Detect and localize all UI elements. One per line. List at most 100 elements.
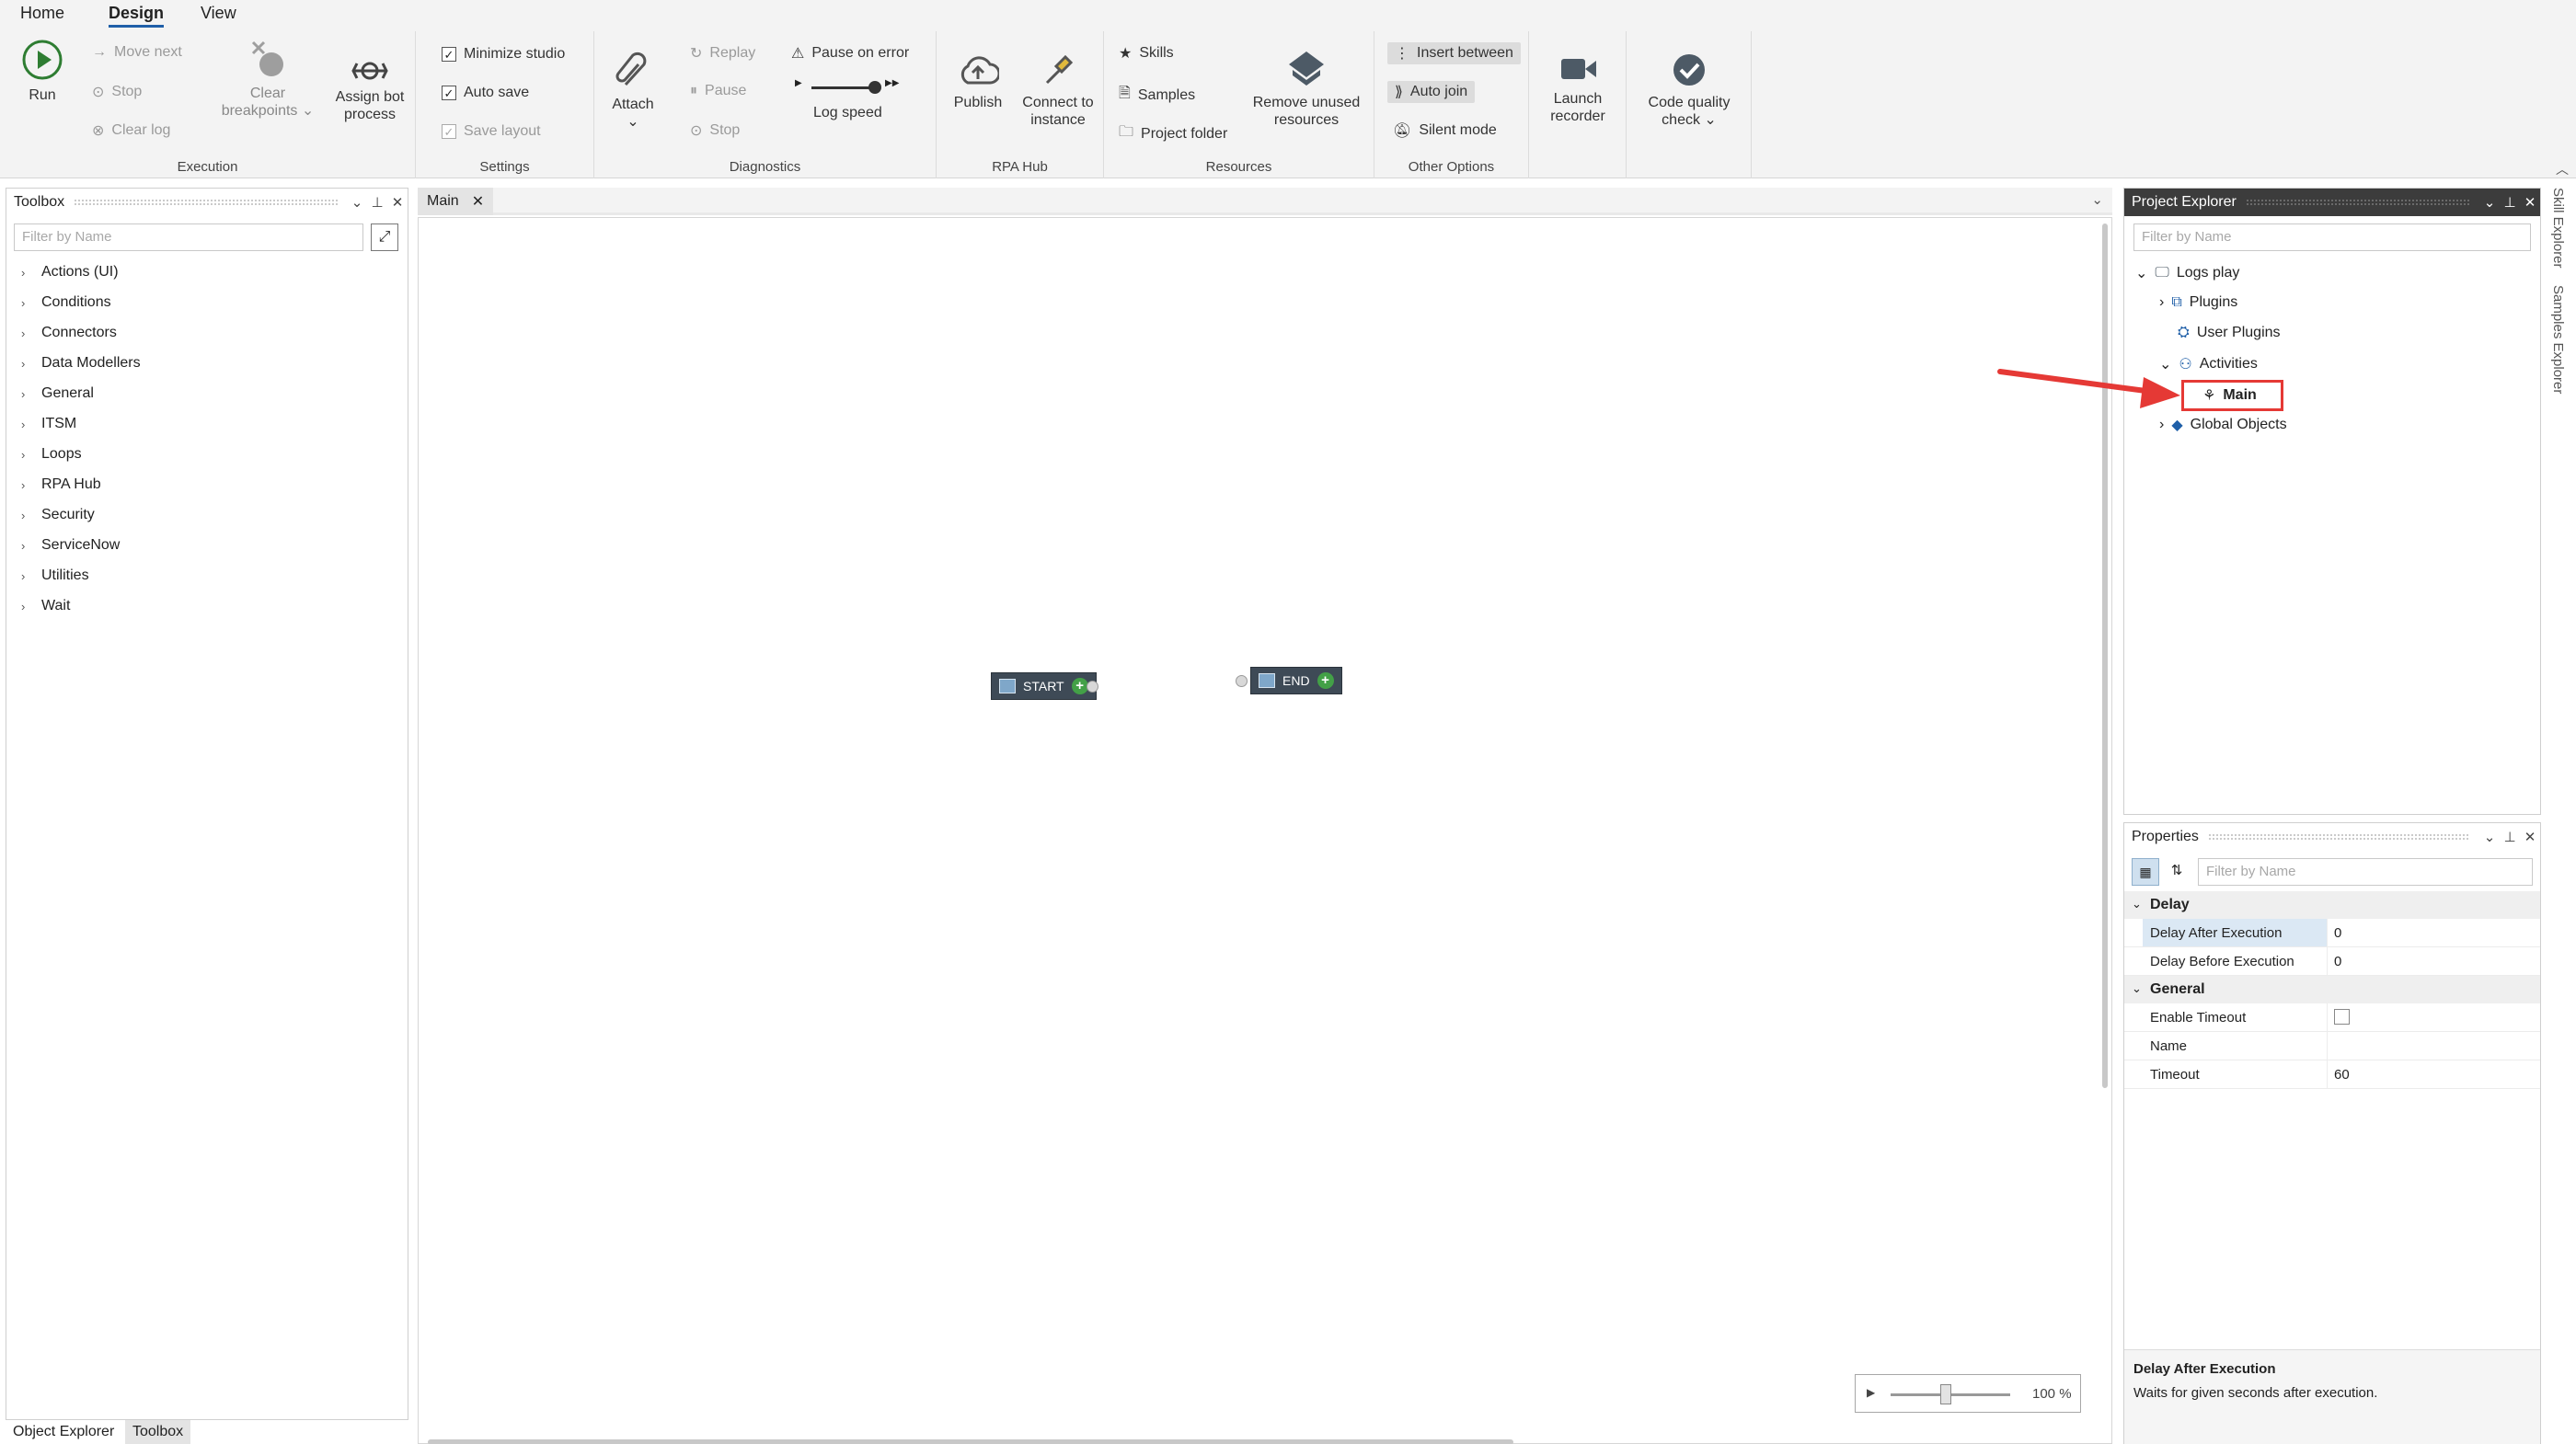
horizontal-scrollbar[interactable] bbox=[428, 1439, 1513, 1444]
launch-recorder-button[interactable]: Launch recorder bbox=[1536, 52, 1619, 125]
add-icon[interactable]: + bbox=[1071, 678, 1088, 694]
project-filter-input[interactable]: Filter by Name bbox=[2133, 223, 2531, 251]
properties-filter-input[interactable]: Filter by Name bbox=[2198, 858, 2533, 886]
tab-samples-explorer[interactable]: Samples Explorer bbox=[2550, 285, 2566, 394]
close-icon[interactable]: ✕ bbox=[2520, 194, 2540, 211]
categorized-icon[interactable]: ▦ bbox=[2132, 858, 2159, 886]
chevron-right-icon: › bbox=[21, 568, 26, 583]
toolbox-item[interactable]: › Actions (UI) bbox=[21, 264, 119, 281]
auto-save-checkbox[interactable]: ✓ Auto save bbox=[442, 85, 529, 101]
chevron-down-icon[interactable]: ⌄ bbox=[2479, 194, 2500, 211]
clear-log-button[interactable]: ⊗ Clear log bbox=[92, 121, 170, 140]
tree-node-plugins[interactable]: › ⧉ Plugins bbox=[2159, 294, 2237, 311]
move-next-button[interactable]: → Move next bbox=[92, 44, 182, 61]
zoom-slider-thumb[interactable] bbox=[1940, 1384, 1951, 1404]
property-row[interactable]: Delay Before Execution 0 bbox=[2124, 947, 2540, 976]
workflow-canvas[interactable]: START + END + bbox=[418, 217, 2112, 1444]
assign-bot-process-button[interactable]: Assign bot process bbox=[328, 59, 412, 123]
toolbox-item[interactable]: › Wait bbox=[21, 598, 70, 614]
silent-mode-toggle[interactable]: 🔕︎ Silent mode bbox=[1393, 121, 1497, 140]
vertical-scrollbar[interactable] bbox=[2102, 223, 2108, 1088]
log-speed-slider[interactable]: ▶ ▶▶ bbox=[795, 78, 900, 94]
remove-unused-resources-button[interactable]: Remove unused resources bbox=[1242, 48, 1371, 129]
fast-icon: ▶▶ bbox=[885, 78, 900, 88]
chevron-down-icon[interactable]: ⌄ bbox=[2479, 829, 2500, 845]
toolbox-item[interactable]: › Conditions bbox=[21, 294, 111, 311]
property-row[interactable]: Enable Timeout bbox=[2124, 1003, 2540, 1032]
add-icon[interactable]: + bbox=[1317, 672, 1334, 689]
close-icon[interactable]: ✕ bbox=[472, 192, 484, 211]
toolbox-item[interactable]: › ServiceNow bbox=[21, 537, 120, 554]
start-output-port[interactable] bbox=[1087, 681, 1098, 693]
enable-timeout-checkbox[interactable] bbox=[2334, 1009, 2350, 1025]
auto-join-toggle[interactable]: ⟫ Auto join bbox=[1387, 81, 1476, 103]
document-icon: 🗎 bbox=[1119, 86, 1131, 101]
connect-to-instance-button[interactable]: Connect to instance bbox=[1018, 52, 1098, 129]
panel-grip[interactable] bbox=[2207, 833, 2470, 841]
end-node[interactable]: END + bbox=[1250, 667, 1342, 694]
toolbox-item[interactable]: › General bbox=[21, 385, 94, 402]
zoom-control: ▶ 100 % bbox=[1855, 1374, 2081, 1413]
expand-icon[interactable]: ⤢ bbox=[371, 223, 398, 251]
toolbox-item[interactable]: › Utilities bbox=[21, 567, 89, 584]
toolbox-item[interactable]: › Loops bbox=[21, 446, 82, 463]
category-delay[interactable]: ⌄ Delay bbox=[2124, 891, 2540, 919]
pin-icon[interactable]: ⊥ bbox=[2500, 194, 2520, 211]
tab-home[interactable]: Home bbox=[20, 4, 64, 23]
skills-button[interactable]: ★ Skills bbox=[1119, 44, 1174, 63]
tab-toolbox[interactable]: Toolbox bbox=[125, 1420, 191, 1444]
insert-between-toggle[interactable]: ⋮ Insert between bbox=[1387, 42, 1521, 64]
toolbox-item[interactable]: › Connectors bbox=[21, 325, 117, 341]
launch-recorder-group: Launch recorder bbox=[1529, 31, 1627, 178]
code-quality-check-button[interactable]: Code quality check ⌄ bbox=[1636, 52, 1742, 129]
paperclip-icon bbox=[615, 52, 647, 86]
play-icon[interactable]: ▶ bbox=[1867, 1386, 1875, 1399]
diagnostics-stop-button[interactable]: ⊙ Stop bbox=[690, 121, 740, 140]
category-general[interactable]: ⌄ General bbox=[2124, 976, 2540, 1003]
pause-button[interactable]: ⏸ Pause bbox=[690, 83, 746, 99]
sort-alpha-icon[interactable]: ⇅ bbox=[2163, 858, 2191, 886]
chevron-down-icon[interactable]: ⌄ bbox=[2091, 191, 2103, 208]
tab-view[interactable]: View bbox=[201, 4, 236, 23]
start-node[interactable]: START + bbox=[991, 672, 1097, 700]
samples-button[interactable]: 🗎 Samples bbox=[1119, 83, 1195, 108]
panel-grip[interactable] bbox=[2245, 199, 2470, 206]
diagnostics-group: Attach ⌄ ↻ Replay ⏸ Pause ⊙ Stop ⚠ Pause on e… bbox=[594, 31, 937, 178]
minimize-studio-checkbox[interactable]: ✓ Minimize studio bbox=[442, 46, 565, 63]
tab-skill-explorer[interactable]: Skill Explorer bbox=[2550, 188, 2566, 269]
stop-button[interactable]: ⊙ Stop bbox=[92, 83, 142, 101]
ribbon-collapse-icon[interactable]: ︿ bbox=[2556, 160, 2569, 178]
toolbox-filter-input[interactable]: Filter by Name bbox=[14, 223, 363, 251]
replay-button[interactable]: ↻ Replay bbox=[690, 44, 755, 63]
project-folder-button[interactable]: 🗀 Project folder bbox=[1119, 121, 1227, 146]
property-row[interactable]: Timeout 60 bbox=[2124, 1060, 2540, 1089]
slider-thumb[interactable] bbox=[868, 81, 881, 94]
pin-icon[interactable]: ⊥ bbox=[2500, 829, 2520, 845]
clear-breakpoints-button[interactable]: Clear breakpoints ⌄ bbox=[217, 39, 318, 120]
chevron-right-icon: › bbox=[21, 538, 26, 553]
attach-button[interactable]: Attach ⌄ bbox=[607, 48, 659, 131]
panel-grip[interactable] bbox=[74, 199, 338, 206]
tree-node-user-plugins[interactable]: ⛭ User Plugins bbox=[2178, 325, 2281, 341]
publish-button[interactable]: Publish bbox=[948, 52, 1008, 111]
pin-icon[interactable]: ⊥ bbox=[367, 194, 387, 211]
toolbox-item[interactable]: › RPA Hub bbox=[21, 476, 101, 493]
property-row[interactable]: Delay After Execution 0 bbox=[2124, 919, 2540, 947]
pause-on-error-checkbox[interactable]: ⚠ Pause on error bbox=[791, 44, 909, 63]
toolbox-item[interactable]: › Security bbox=[21, 507, 95, 523]
end-input-port[interactable] bbox=[1236, 675, 1248, 687]
close-icon[interactable]: ✕ bbox=[387, 194, 408, 211]
toolbox-item[interactable]: › Data Modellers bbox=[21, 355, 141, 372]
tree-node-logs-play[interactable]: ⌄ 🖵︎ Logs play bbox=[2135, 264, 2239, 282]
toolbox-item[interactable]: › ITSM bbox=[21, 416, 76, 432]
tree-node-global-objects[interactable]: › ◆ Global Objects bbox=[2159, 416, 2287, 434]
chevron-down-icon[interactable]: ⌄ bbox=[347, 194, 367, 211]
run-button[interactable]: Run bbox=[17, 39, 68, 104]
tab-object-explorer[interactable]: Object Explorer bbox=[6, 1420, 121, 1444]
close-icon[interactable]: ✕ bbox=[2520, 829, 2540, 845]
tree-node-main[interactable]: ⚘ Main bbox=[2181, 380, 2283, 411]
tab-main[interactable]: Main ✕ bbox=[418, 188, 494, 215]
tab-design[interactable]: Design bbox=[109, 4, 165, 28]
property-row[interactable]: Name bbox=[2124, 1032, 2540, 1060]
save-layout-checkbox[interactable]: ✓ Save layout bbox=[442, 123, 541, 140]
